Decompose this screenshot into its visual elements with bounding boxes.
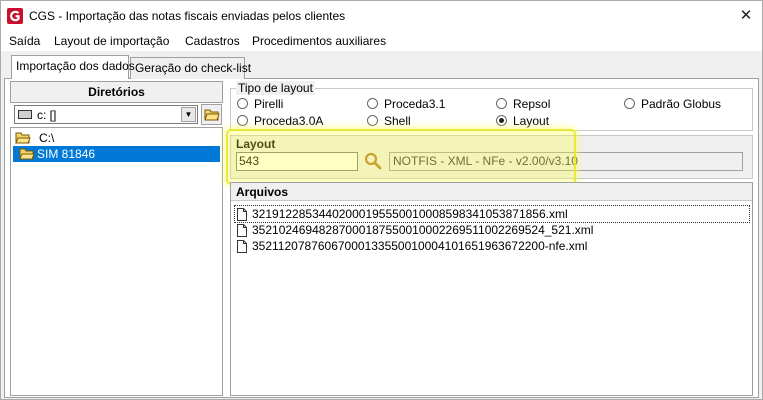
radio-circle-checked[interactable] [496, 115, 507, 127]
radio-label: Repsol [513, 97, 551, 111]
file-item[interactable]: 3219122853440200019555001000859834105387… [234, 205, 750, 223]
menu-procedimentos-auxiliares[interactable]: Procedimentos auxiliares [252, 34, 386, 48]
file-name: 3521024694828700018755001000226951100226… [252, 223, 594, 237]
drive-select[interactable]: c: [] ▼ [14, 105, 198, 124]
tree-item-label: C:\ [39, 131, 55, 145]
directories-pane: Diretórios c: [] ▼ C:\ SIM 81846 [10, 81, 223, 396]
directories-header: Diretórios [10, 81, 223, 103]
files-title: Arquivos [231, 183, 752, 201]
radio-label: Pirelli [254, 97, 284, 111]
title-bar: CGS - Importação das notas fiscais envia… [1, 1, 762, 31]
radio-label: Padrão Globus [641, 97, 722, 111]
radio-circle[interactable] [496, 98, 507, 110]
layout-title: Layout [236, 137, 276, 151]
layout-description-field: NOTFIS - XML - NFe - v2.00/v3.10 [389, 152, 743, 171]
menu-layout-importacao[interactable]: Layout de importação [54, 34, 169, 48]
tree-item-sim-81846[interactable]: SIM 81846 [13, 146, 220, 162]
tree-item-label: SIM 81846 [37, 147, 96, 161]
file-item[interactable]: 3521120787606700013355001000410165196367… [235, 238, 749, 254]
file-item[interactable]: 3521024694828700018755001000226951100226… [235, 222, 749, 238]
open-folder-icon [15, 132, 31, 144]
drive-icon [18, 110, 32, 119]
radio-proceda30a[interactable]: Proceda3.0A [237, 114, 323, 128]
menu-cadastros[interactable]: Cadastros [185, 34, 240, 48]
document-icon [237, 224, 247, 237]
radio-label: Proceda3.0A [254, 114, 324, 128]
chevron-down-icon[interactable]: ▼ [181, 107, 196, 122]
close-button[interactable]: ✕ [734, 5, 758, 27]
radio-circle[interactable] [237, 98, 248, 110]
drive-value: c: [] [37, 108, 57, 122]
file-name: 3219122853440200019555001000859834105387… [252, 207, 568, 221]
radio-label: Proceda3.1 [384, 97, 446, 111]
document-icon [237, 240, 247, 253]
radio-repsol[interactable]: Repsol [496, 97, 550, 111]
menu-saida[interactable]: Saída [9, 34, 40, 48]
radio-layout[interactable]: Layout [496, 114, 549, 128]
layout-type-legend: Tipo de layout [236, 81, 315, 95]
search-icon[interactable] [363, 151, 383, 171]
open-folder-button[interactable] [201, 104, 222, 125]
radio-circle[interactable] [367, 98, 378, 110]
files-panel[interactable]: Arquivos 3219122853440200019555001000859… [230, 182, 753, 396]
radio-label: Shell [384, 114, 411, 128]
cgs-logo-icon [7, 8, 23, 24]
radio-proceda31[interactable]: Proceda3.1 [367, 97, 445, 111]
layout-code-input[interactable]: 543 [236, 152, 358, 171]
open-folder-icon [19, 148, 35, 160]
directory-tree[interactable]: C:\ SIM 81846 [10, 127, 223, 396]
radio-circle[interactable] [367, 115, 378, 127]
window-title: CGS - Importação das notas fiscais envia… [29, 9, 346, 23]
radio-circle[interactable] [237, 115, 248, 127]
radio-circle[interactable] [624, 98, 635, 110]
tab-importacao-dados[interactable]: Importação dos dados [11, 55, 135, 79]
open-folder-icon [204, 109, 220, 121]
file-name: 3521120787606700013355001000410165196367… [252, 239, 588, 253]
radio-pirelli[interactable]: Pirelli [237, 97, 283, 111]
radio-shell[interactable]: Shell [367, 114, 411, 128]
document-icon [237, 208, 247, 221]
main-window: CGS - Importação das notas fiscais envia… [0, 0, 763, 400]
radio-label: Layout [513, 114, 550, 128]
radio-padrao-globus[interactable]: Padrão Globus [624, 97, 721, 111]
menu-bar: Saída Layout de importação Cadastros Pro… [1, 31, 762, 51]
tab-geracao-check-list[interactable]: Geração do check-list [130, 57, 251, 79]
